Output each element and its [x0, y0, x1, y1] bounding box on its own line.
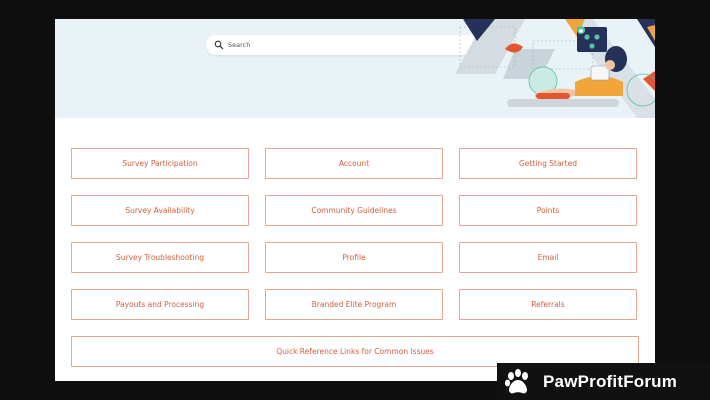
category-survey-availability[interactable]: Survey Availability [71, 195, 249, 226]
category-email[interactable]: Email [459, 242, 637, 273]
category-referrals[interactable]: Referrals [459, 289, 637, 320]
hero-banner [55, 19, 655, 118]
hero-illustration [455, 19, 655, 118]
category-community-guidelines[interactable]: Community Guidelines [265, 195, 443, 226]
category-survey-participation[interactable]: Survey Participation [71, 148, 249, 179]
watermark-badge: PawProfitForum [497, 363, 710, 400]
category-points[interactable]: Points [459, 195, 637, 226]
category-account[interactable]: Account [265, 148, 443, 179]
paw-icon [504, 368, 528, 393]
category-survey-troubleshooting[interactable]: Survey Troubleshooting [71, 242, 249, 273]
category-branded-elite-program[interactable]: Branded Elite Program [265, 289, 443, 320]
category-payouts-and-processing[interactable]: Payouts and Processing [71, 289, 249, 320]
category-profile[interactable]: Profile [265, 242, 443, 273]
help-center-page: Survey Participation Account Getting Sta… [55, 19, 655, 381]
search-icon [214, 40, 224, 50]
watermark-text: PawProfitForum [543, 371, 678, 391]
category-getting-started[interactable]: Getting Started [459, 148, 637, 179]
